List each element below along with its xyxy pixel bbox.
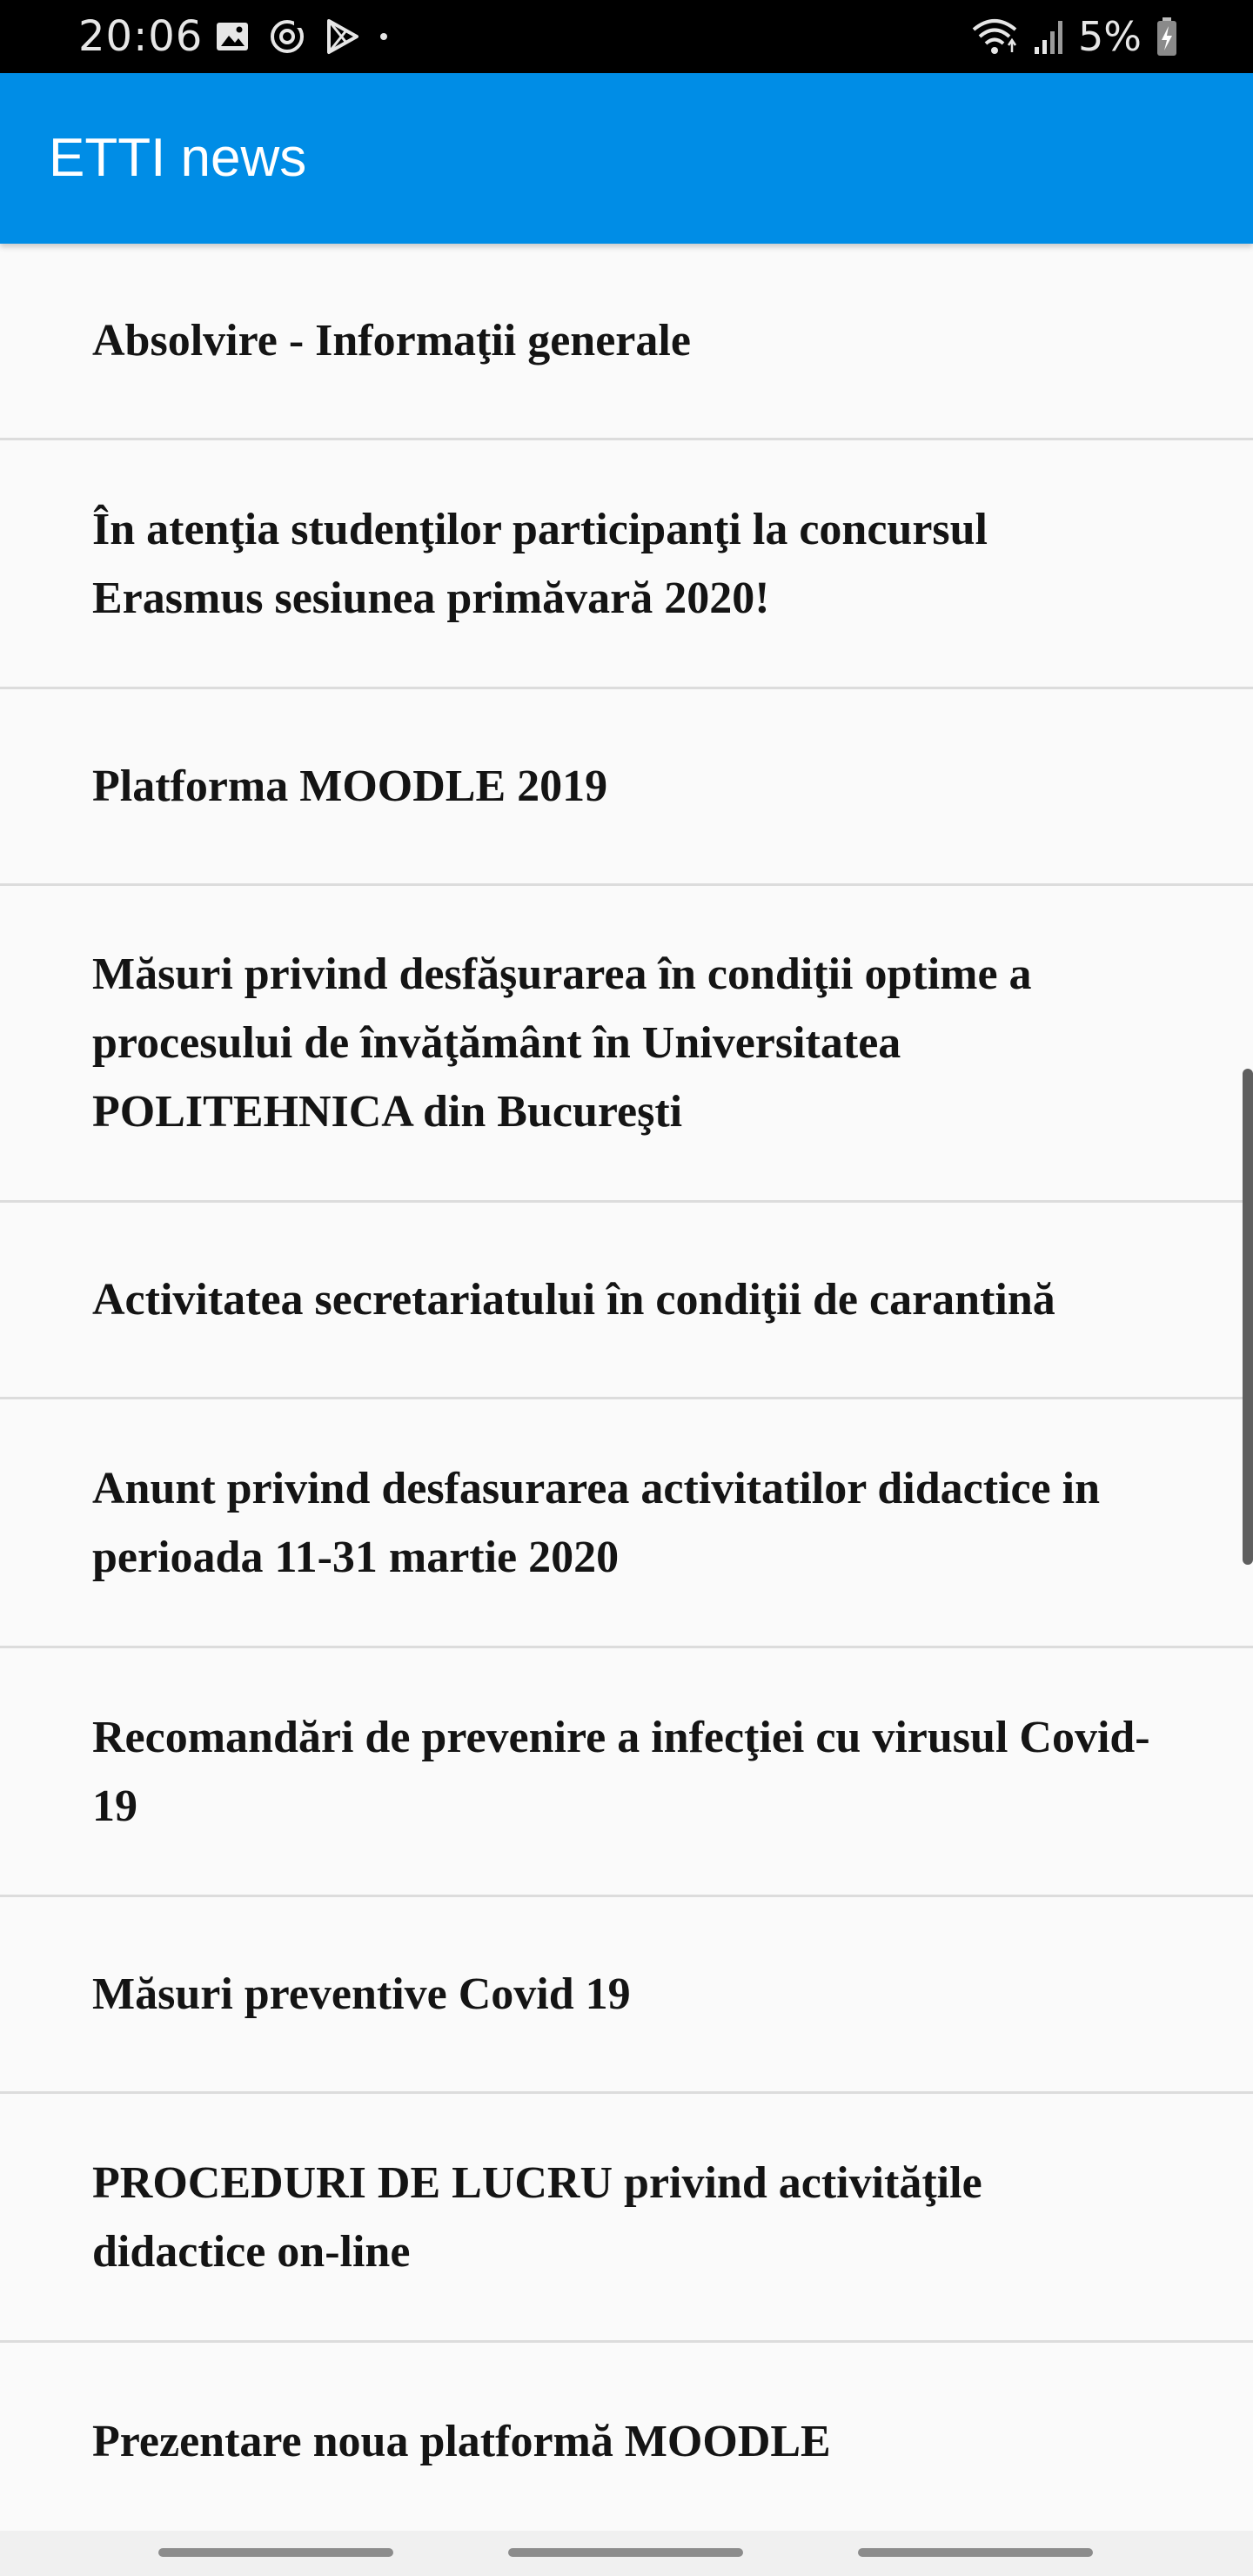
news-item-title: Recomandări de prevenire a infecţiei cu … (92, 1712, 1150, 1831)
news-list-item[interactable]: Activitatea secretariatului în condiţii … (0, 1203, 1253, 1399)
dot-icon (378, 18, 390, 55)
news-list-item[interactable]: Măsuri preventive Covid 19 (0, 1897, 1253, 2094)
news-list-item[interactable]: Măsuri privind desfăşurarea în condiţii … (0, 886, 1253, 1203)
sync-icon (268, 17, 306, 56)
status-time: 20:06 (78, 12, 204, 61)
news-list-item[interactable]: Recomandări de prevenire a infecţiei cu … (0, 1648, 1253, 1897)
gallery-icon (214, 18, 251, 55)
news-item-title: Prezentare noua platformă MOODLE (92, 2416, 831, 2466)
scrollbar[interactable] (1243, 1069, 1253, 1565)
battery-percent: 5% (1078, 13, 1142, 60)
news-item-title: Activitatea secretariatului în condiţii … (92, 1275, 1055, 1325)
news-list-item[interactable]: Platforma MOODLE 2019 (0, 689, 1253, 886)
home-button[interactable] (508, 2548, 743, 2557)
back-button[interactable] (858, 2548, 1093, 2557)
news-item-title: Anunt privind desfasurarea activitatilor… (92, 1463, 1100, 1582)
news-list-item[interactable]: Anunt privind desfasurarea activitatilor… (0, 1399, 1253, 1648)
news-list-item[interactable]: Prezentare noua platformă MOODLE (0, 2343, 1253, 2531)
status-notification-icons (214, 16, 390, 57)
news-item-title: Măsuri preventive Covid 19 (92, 1969, 631, 2019)
news-item-title: Măsuri privind desfăşurarea în condiţii … (92, 949, 1032, 1137)
signal-icon (1033, 17, 1064, 56)
wifi-icon (970, 16, 1019, 57)
news-list[interactable]: Absolvire - Informaţii generale În atenţ… (0, 244, 1253, 2531)
play-store-icon (324, 18, 360, 55)
news-list-item[interactable]: Absolvire - Informaţii generale (0, 244, 1253, 440)
app-title: ETTI news (49, 128, 307, 188)
status-bar: 20:06 5% (0, 0, 1253, 73)
battery-charging-icon (1156, 17, 1178, 57)
news-item-title: În atenţia studenţilor participanţi la c… (92, 504, 988, 623)
status-system-icons: 5% (970, 12, 1178, 61)
news-item-title: Platforma MOODLE 2019 (92, 761, 608, 811)
app-bar: ETTI news (0, 73, 1253, 244)
news-item-title: Absolvire - Informaţii generale (92, 316, 691, 366)
recents-button[interactable] (158, 2548, 393, 2557)
news-list-item[interactable]: PROCEDURI DE LUCRU privind activităţile … (0, 2094, 1253, 2343)
navigation-bar (0, 2531, 1253, 2576)
news-item-title: PROCEDURI DE LUCRU privind activităţile … (92, 2157, 982, 2277)
news-list-item[interactable]: În atenţia studenţilor participanţi la c… (0, 440, 1253, 689)
